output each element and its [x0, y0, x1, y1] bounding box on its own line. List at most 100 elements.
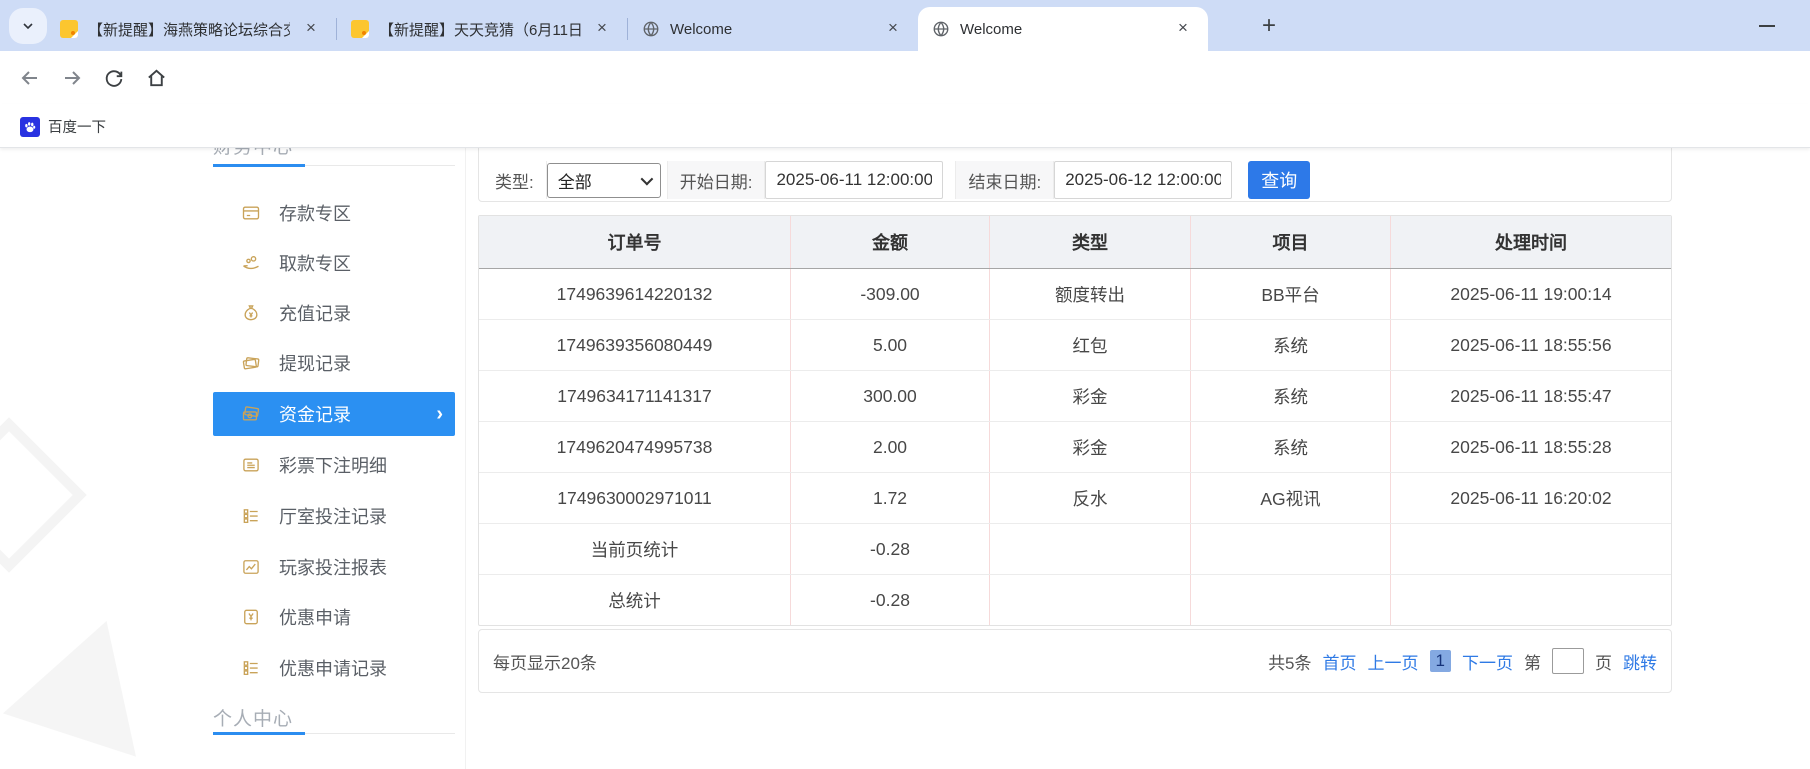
table-cell: 系统 — [1191, 422, 1391, 472]
chevron-down-icon — [640, 172, 653, 185]
globe-icon — [932, 20, 950, 38]
chevron-down-icon — [20, 18, 36, 34]
start-date-label: 开始日期: — [667, 161, 766, 199]
sidebar-item-label: 优惠申请记录 — [279, 655, 387, 681]
table-cell: 彩金 — [990, 371, 1191, 421]
sidebar-item-label: 厅室投注记录 — [279, 503, 387, 529]
table-header-cell: 处理时间 — [1391, 216, 1671, 268]
tab-active[interactable]: Welcome× — [918, 7, 1208, 51]
sidebar-item-6[interactable]: 厅室投注记录 — [213, 494, 455, 538]
type-select[interactable]: 全部 — [547, 163, 661, 198]
sidebar-item-9[interactable]: 优惠申请记录 — [213, 646, 455, 690]
bank-card-icon — [241, 203, 261, 223]
table-row: 1749634171141317300.00彩金系统2025-06-11 18:… — [479, 371, 1671, 422]
table-cell: 当前页统计 — [479, 524, 791, 574]
sidebar-item-1[interactable]: 取款专区 — [213, 241, 455, 285]
section-underline — [213, 733, 455, 734]
background-triangle-decoration — [3, 599, 173, 756]
tab-close-icon[interactable]: × — [591, 18, 613, 40]
grid-list-icon — [241, 658, 261, 678]
hand-coins-icon — [241, 253, 261, 273]
per-page-label: 每页显示20条 — [493, 630, 597, 692]
minimize-button[interactable] — [1752, 10, 1782, 40]
first-page-link[interactable]: 首页 — [1323, 649, 1357, 674]
main-panel: 类型: 全部 开始日期: 结束日期: 查询 订单号金额类型项目处理时间17496… — [478, 148, 1672, 769]
table-row: 17496393560804495.00红包系统2025-06-11 18:55… — [479, 320, 1671, 371]
table-cell — [1391, 575, 1671, 625]
sidebar-item-label: 彩票下注明细 — [279, 452, 387, 478]
sidebar-item-8[interactable]: 优惠申请 — [213, 595, 455, 639]
table-cell: 300.00 — [791, 371, 990, 421]
forward-button[interactable] — [58, 64, 86, 92]
sidebar-item-3[interactable]: 提现记录 — [213, 341, 455, 385]
toolbar: js14.cc/hhcp/usercenter.html?iniType=6 — [0, 51, 1810, 104]
table-cell: AG视讯 — [1191, 473, 1391, 523]
type-select-value: 全部 — [558, 168, 592, 193]
coupon-icon — [241, 607, 261, 627]
sidebar-item-label: 玩家投注报表 — [279, 554, 387, 580]
chart-report-icon — [241, 557, 261, 577]
bookmark-baidu[interactable]: 百度一下 — [12, 112, 114, 141]
tab-title: Welcome — [670, 21, 872, 38]
hand-coins-icon — [241, 253, 261, 273]
jump-suffix-label: 页 — [1595, 649, 1612, 674]
tab-title: 【新提醒】海燕策略论坛综合交 — [88, 19, 290, 40]
sidebar-item-0[interactable]: 存款专区 — [213, 191, 455, 235]
back-icon — [18, 66, 42, 90]
browser-window: 【新提醒】海燕策略论坛综合交×【新提醒】天天竞猜（6月11日×Welcome×W… — [0, 0, 1810, 769]
tab-strip: 【新提醒】海燕策略论坛综合交×【新提醒】天天竞猜（6月11日×Welcome×W… — [46, 0, 1208, 51]
table-row: 1749639614220132-309.00额度转出BB平台2025-06-1… — [479, 269, 1671, 320]
table-row: 17496204749957382.00彩金系统2025-06-11 18:55… — [479, 422, 1671, 473]
jump-button[interactable]: 跳转 — [1623, 649, 1657, 674]
tab-close-icon[interactable]: × — [882, 18, 904, 40]
end-date-input[interactable] — [1054, 161, 1232, 199]
current-page-indicator[interactable]: 1 — [1430, 650, 1451, 672]
sidebar-item-active[interactable]: 资金记录› — [213, 392, 455, 436]
table-cell: 2025-06-11 18:55:47 — [1391, 371, 1671, 421]
next-page-link[interactable]: 下一页 — [1462, 649, 1513, 674]
sidebar-item-label: 提现记录 — [279, 350, 351, 376]
table-cell: 总统计 — [479, 575, 791, 625]
jump-page-input[interactable] — [1552, 648, 1584, 674]
total-count-label: 共5条 — [1268, 649, 1311, 674]
table-header-cell: 金额 — [791, 216, 990, 268]
doc-list-icon — [241, 455, 261, 475]
tab[interactable]: 【新提醒】天天竞猜（6月11日× — [337, 7, 627, 51]
bookmark-label: 百度一下 — [48, 116, 106, 137]
table-cell: 2025-06-11 16:20:02 — [1391, 473, 1671, 523]
table-cell — [990, 524, 1191, 574]
money-bag-icon — [241, 303, 261, 323]
tab-bar: 【新提醒】海燕策略论坛综合交×【新提醒】天天竞猜（6月11日×Welcome×W… — [0, 0, 1810, 51]
new-tab-button[interactable]: + — [1255, 12, 1283, 40]
coupon-icon — [241, 607, 261, 627]
prev-page-link[interactable]: 上一页 — [1368, 649, 1419, 674]
table-cell: 2.00 — [791, 422, 990, 472]
table-cell: 1749620474995738 — [479, 422, 791, 472]
forum-yellow-icon — [351, 20, 369, 38]
tab[interactable]: 【新提醒】海燕策略论坛综合交 × — [46, 7, 336, 51]
table-cell: 1.72 — [791, 473, 990, 523]
sidebar-item-label: 充值记录 — [279, 300, 351, 326]
tab-search-button[interactable] — [9, 8, 47, 44]
table-cell: -0.28 — [791, 524, 990, 574]
sidebar-item-2[interactable]: 充值记录 — [213, 291, 455, 335]
home-button[interactable] — [142, 64, 170, 92]
table-cell: -0.28 — [791, 575, 990, 625]
globe-icon — [642, 20, 660, 38]
table-cell: 额度转出 — [990, 269, 1191, 319]
bank-card-icon — [241, 203, 261, 223]
back-button[interactable] — [16, 64, 44, 92]
start-date-input[interactable] — [765, 161, 943, 199]
sidebar-item-5[interactable]: 彩票下注明细 — [213, 443, 455, 487]
tab-close-icon[interactable]: × — [1172, 18, 1194, 40]
table-row: 17496300029710111.72反水AG视讯2025-06-11 16:… — [479, 473, 1671, 524]
table-header-row: 订单号金额类型项目处理时间 — [479, 216, 1671, 269]
forum-yellow-icon — [60, 20, 78, 38]
wallet-cards-icon — [241, 353, 261, 373]
search-button[interactable]: 查询 — [1248, 161, 1310, 199]
cash-notes-icon — [241, 404, 261, 424]
tab-close-icon[interactable]: × — [300, 18, 322, 40]
sidebar-item-7[interactable]: 玩家投注报表 — [213, 545, 455, 589]
tab[interactable]: Welcome × — [628, 7, 918, 51]
reload-button[interactable] — [100, 64, 128, 92]
